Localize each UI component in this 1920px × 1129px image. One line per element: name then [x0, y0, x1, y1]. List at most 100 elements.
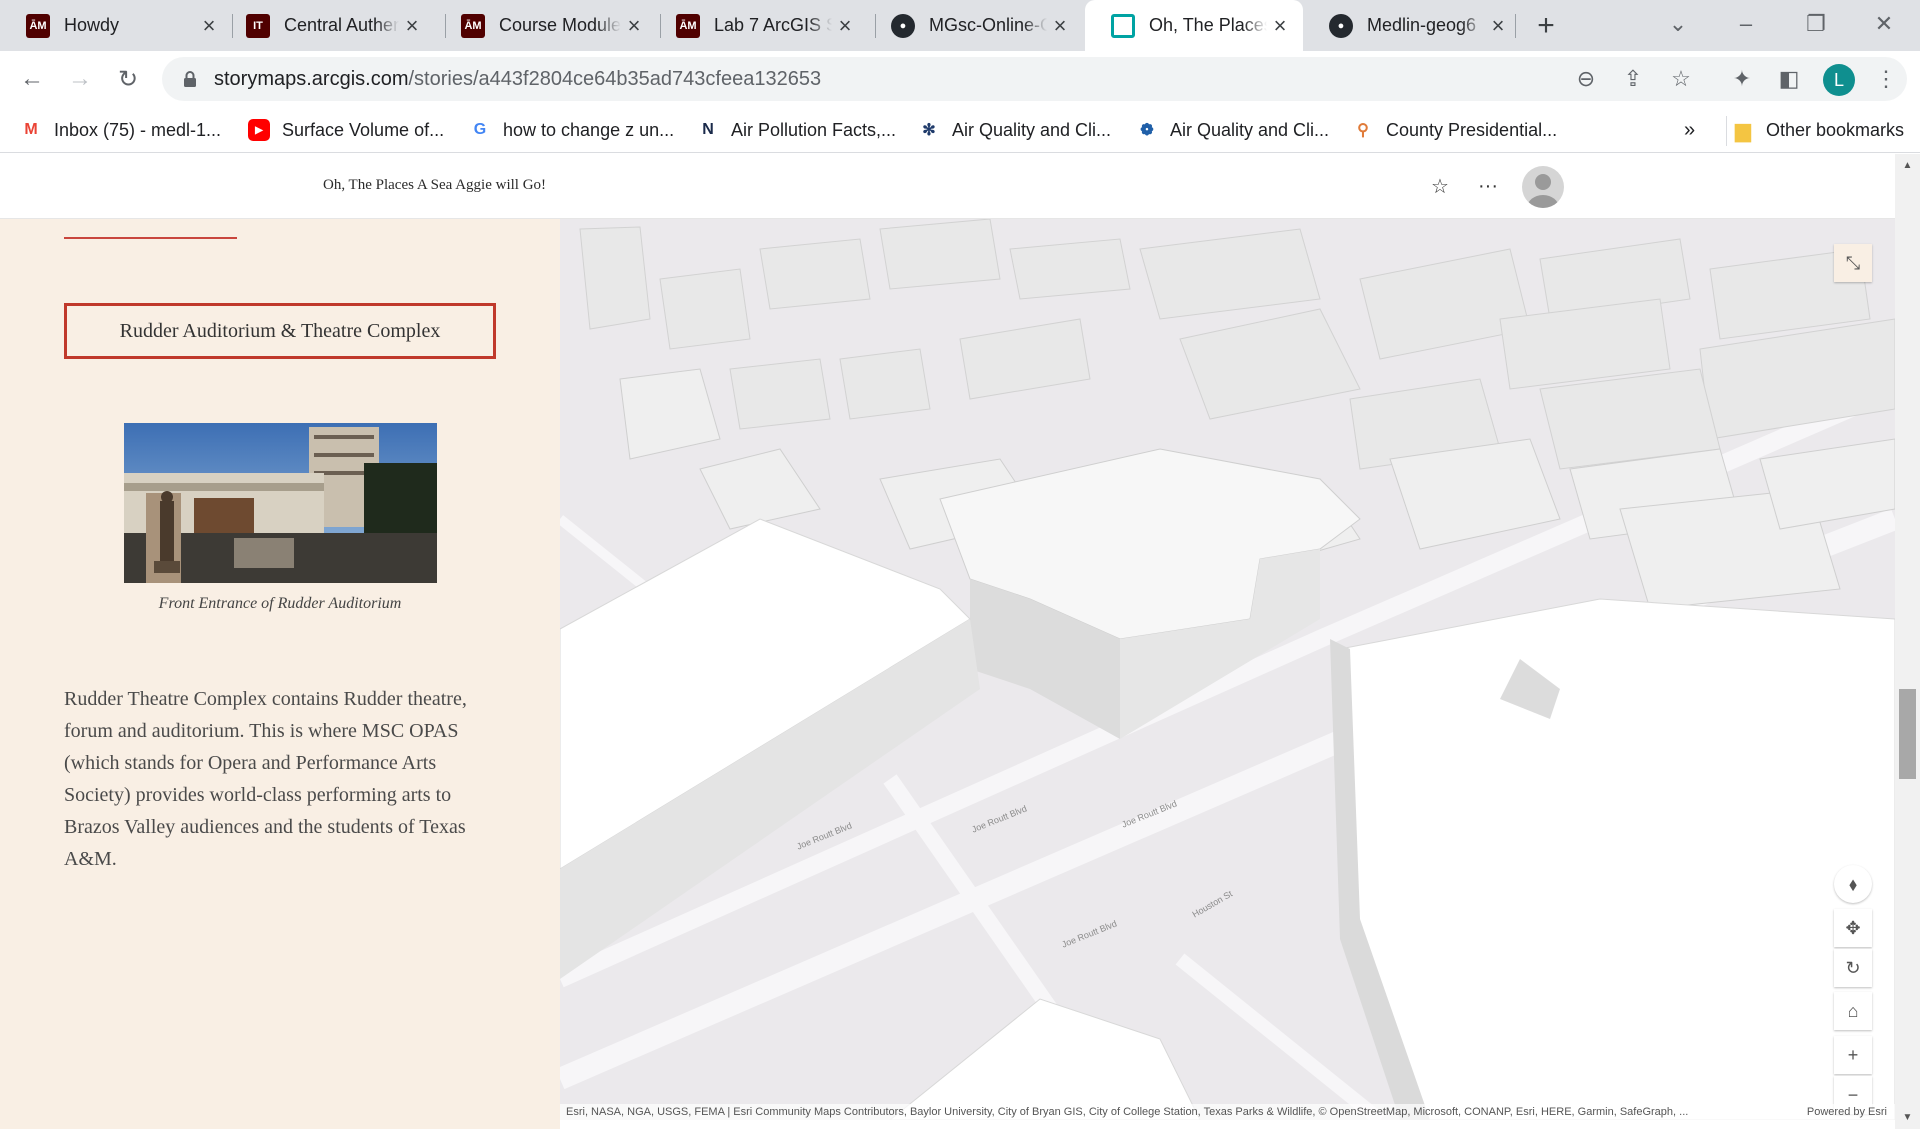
bookmarks-overflow-button[interactable]: »	[1684, 116, 1695, 144]
section-divider	[64, 237, 237, 239]
browser-toolbar: ← → ↻ storymaps.arcgis.com/stories/a443f…	[0, 51, 1920, 106]
bookmark-air-quality-1[interactable]: ✻ Air Quality and Cli...	[918, 116, 1111, 144]
extensions-icon[interactable]: ✦	[1726, 63, 1758, 95]
bookmark-air-pollution[interactable]: N Air Pollution Facts,...	[697, 116, 896, 144]
n-logo-icon: N	[702, 121, 714, 138]
zoom-in-icon[interactable]: +	[1834, 1036, 1872, 1074]
google-icon: G	[473, 121, 487, 138]
tab-title: Lab 7 ArcGIS StoryMaps	[714, 15, 832, 35]
url-text: storymaps.arcgis.com/stories/a443f2804ce…	[214, 68, 821, 91]
url-path: /stories/a443f2804ce64b35ad743cfeea13265…	[408, 68, 822, 90]
minimize-icon[interactable]: –	[1728, 6, 1764, 42]
close-icon[interactable]: ×	[399, 13, 425, 39]
side-panel-icon[interactable]: ◧	[1773, 63, 1805, 95]
bookmark-label: Inbox (75) - medl-1...	[54, 119, 222, 140]
close-icon[interactable]: ×	[1047, 13, 1073, 39]
tab-title: Medlin-geog6	[1367, 15, 1477, 35]
close-icon[interactable]: ×	[621, 13, 647, 39]
epa-icon: ❁	[1140, 122, 1154, 139]
scroll-thumb[interactable]	[1899, 689, 1916, 779]
other-bookmarks-label: Other bookmarks	[1766, 119, 1905, 140]
attribution-text: Esri, NASA, NGA, USGS, FEMA | Esri Commu…	[566, 1106, 1689, 1118]
share-icon[interactable]: ⇪	[1619, 65, 1647, 93]
rotate-icon[interactable]: ↻	[1834, 949, 1872, 987]
place-heading: Rudder Auditorium & Theatre Complex	[64, 303, 496, 359]
bookmark-county-presidential[interactable]: ⚲ County Presidential...	[1352, 116, 1557, 144]
scroll-down-icon[interactable]: ▼	[1900, 1110, 1915, 1125]
storymaps-icon	[1111, 13, 1135, 38]
it-logo-icon: IT	[246, 13, 270, 38]
tab-mgsc-online[interactable]: ● MGsc-Online-GIS ×	[865, 0, 1083, 51]
close-window-icon[interactable]: ✕	[1866, 6, 1902, 42]
folder-icon: ▆	[1735, 119, 1751, 142]
tamu-logo-icon: ĀM	[461, 13, 485, 38]
tab-central-authentication[interactable]: IT Central Authentication ×	[220, 0, 435, 51]
pan-icon[interactable]: ✥	[1834, 909, 1872, 947]
bookmark-label: County Presidential...	[1386, 119, 1558, 140]
bookmark-air-quality-2[interactable]: ❁ Air Quality and Cli...	[1136, 116, 1329, 144]
story-header: Oh, The Places A Sea Aggie will Go! ☆ ··…	[0, 154, 1895, 219]
reload-icon[interactable]: ↻	[112, 63, 144, 95]
bookmark-surface-volume[interactable]: ▶ Surface Volume of...	[248, 116, 444, 144]
back-icon[interactable]: ←	[16, 63, 48, 95]
browser-tab-strip: ĀM Howdy × IT Central Authentication × Ā…	[0, 0, 1920, 51]
bookmark-label: Air Quality and Cli...	[952, 119, 1112, 140]
map-attribution[interactable]: Esri, NASA, NGA, USGS, FEMA | Esri Commu…	[560, 1104, 1895, 1120]
tab-title: MGsc-Online-GIS	[929, 15, 1047, 35]
tab-title: Course Modules	[499, 15, 621, 35]
snowflake-icon: ✻	[922, 122, 936, 139]
user-avatar[interactable]	[1522, 166, 1564, 208]
bookmark-z-units[interactable]: G how to change z un...	[469, 116, 674, 144]
bookmark-star-icon[interactable]: ☆	[1667, 65, 1695, 93]
home-icon[interactable]: ⌂	[1834, 992, 1872, 1030]
more-options-icon[interactable]: ···	[1474, 172, 1502, 200]
gmail-icon: M	[24, 121, 38, 138]
pin-icon: ⚲	[1357, 122, 1369, 139]
bookmark-label: Air Quality and Cli...	[1170, 119, 1330, 140]
tamu-logo-icon: ĀM	[26, 13, 50, 38]
powered-by-esri[interactable]: Powered by Esri	[1807, 1104, 1887, 1120]
close-icon[interactable]: ×	[1485, 13, 1511, 39]
close-icon[interactable]: ×	[832, 13, 858, 39]
github-icon: ●	[891, 13, 915, 38]
scroll-up-icon[interactable]: ▲	[1900, 158, 1915, 173]
tab-howdy[interactable]: ĀM Howdy ×	[0, 0, 232, 51]
photo-caption: Front Entrance of Rudder Auditorium	[158, 595, 402, 612]
rudder-auditorium-photo[interactable]	[124, 423, 437, 583]
profile-avatar[interactable]: L	[1823, 64, 1855, 96]
bookmark-inbox[interactable]: M Inbox (75) - medl-1...	[20, 116, 221, 144]
narrative-panel: Rudder Auditorium & Theatre Complex Fron…	[0, 219, 560, 1129]
bookmark-label: Surface Volume of...	[282, 119, 445, 140]
photo-image	[124, 423, 437, 583]
tab-title: Oh, The Places A Sea Aggie will Go!	[1149, 15, 1267, 35]
close-icon[interactable]: ×	[196, 13, 222, 39]
tamu-logo-icon: ĀM	[676, 13, 700, 38]
tab-storymap-active[interactable]: Oh, The Places A Sea Aggie will Go! ×	[1085, 0, 1303, 51]
fullscreen-expand-icon[interactable]: ⤡	[1834, 244, 1872, 282]
page-scrollbar[interactable]: ▲ ▼	[1895, 154, 1920, 1129]
tab-course-modules[interactable]: ĀM Course Modules ×	[435, 0, 657, 51]
tab-lab-7[interactable]: ĀM Lab 7 ArcGIS StoryMaps ×	[650, 0, 868, 51]
compass-icon[interactable]: ⬧	[1834, 865, 1872, 903]
tab-title: Central Authentication	[284, 15, 399, 35]
new-tab-button[interactable]: +	[1530, 9, 1562, 42]
tab-medlin-geog[interactable]: ● Medlin-geog6 ×	[1303, 0, 1521, 51]
3d-buildings-scene	[560, 219, 1895, 1120]
address-bar[interactable]: storymaps.arcgis.com/stories/a443f2804ce…	[162, 57, 1907, 101]
user-silhouette-icon	[1527, 174, 1559, 208]
forward-icon[interactable]: →	[64, 63, 96, 95]
close-icon[interactable]: ×	[1267, 13, 1293, 39]
lock-icon[interactable]	[180, 69, 200, 89]
bookmark-label: Air Pollution Facts,...	[731, 119, 897, 140]
bookmarks-bar: M Inbox (75) - medl-1... ▶ Surface Volum…	[0, 106, 1920, 153]
tab-title: Howdy	[64, 15, 120, 35]
tab-search-icon[interactable]: ⌄	[1660, 6, 1696, 42]
restore-icon[interactable]: ❐	[1798, 6, 1834, 42]
other-bookmarks[interactable]: ▆ Other bookmarks	[1732, 116, 1904, 144]
3d-map-view[interactable]: Joe Routt Blvd Joe Routt Blvd Joe Routt …	[560, 219, 1895, 1120]
zoom-out-icon[interactable]: ⊖	[1572, 65, 1600, 93]
youtube-icon: ▶	[248, 119, 270, 141]
tab-divider	[1515, 14, 1516, 38]
chrome-menu-icon[interactable]: ⋮	[1870, 63, 1902, 95]
favorite-star-icon[interactable]: ☆	[1426, 172, 1454, 200]
